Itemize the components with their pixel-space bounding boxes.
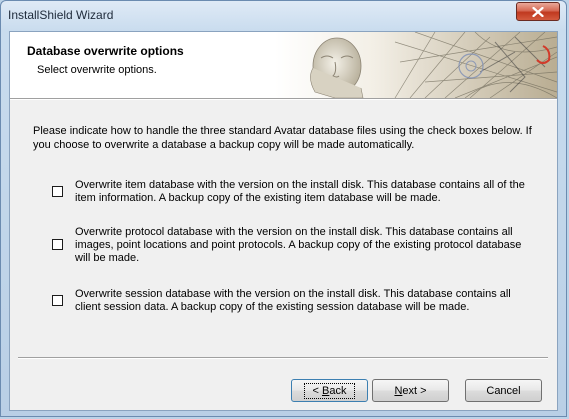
close-icon [532,6,544,17]
protocol-database-checkbox[interactable] [52,239,63,250]
back-button-label: < Back [303,382,356,399]
page-subtitle: Select overwrite options. [37,64,157,76]
protocol-database-label[interactable]: Overwrite protocol database with the ver… [75,226,535,265]
instructions-text: Please indicate how to handle the three … [33,125,532,151]
header-divider [10,98,557,100]
title-bar[interactable]: InstallShield Wizard [1,1,566,31]
cancel-button[interactable]: Cancel [465,379,542,402]
session-database-checkbox[interactable] [52,295,63,306]
wizard-header: Database overwrite options Select overwr… [10,32,557,98]
item-database-checkbox[interactable] [52,186,63,197]
window-title: InstallShield Wizard [8,8,114,22]
close-button[interactable] [516,2,560,21]
header-banner-image [275,32,557,98]
session-database-label[interactable]: Overwrite session database with the vers… [75,288,535,314]
back-button[interactable]: < Back [291,379,368,402]
installer-window: InstallShield Wizard Database overwrite … [0,0,567,417]
footer-divider [18,357,548,359]
wizard-client-area: Database overwrite options Select overwr… [9,31,558,411]
back-prefix: < [312,384,322,397]
page-title: Database overwrite options [27,44,184,58]
next-button[interactable]: Next > [372,379,449,402]
item-database-label[interactable]: Overwrite item database with the version… [75,179,535,205]
back-rest: ack [329,384,347,397]
next-button-label: Next > [394,385,426,397]
next-rest: ext > [402,384,427,397]
